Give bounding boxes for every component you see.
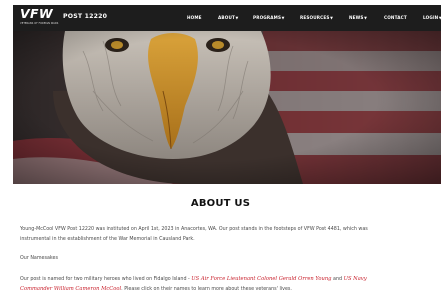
menu-item-login[interactable]: LOGIN▼ — [423, 15, 441, 20]
link-william-mccool[interactable]: Commander William Cameron McCool — [20, 286, 121, 292]
caret-down-icon: ▼ — [281, 15, 285, 20]
menu-item-label: PROGRAMS — [253, 15, 282, 20]
namesakes-text: . Please click on their names to learn m… — [121, 286, 292, 292]
eagle-flag-illustration — [13, 31, 441, 184]
page-heading: ABOUT US — [190, 198, 251, 209]
namesakes-paragraph: Our post is named for two military heroe… — [20, 275, 441, 294]
namesakes-label: Our Namesakes — [20, 256, 58, 261]
main-menu: HOME ABOUT▼ PROGRAMS▼ RESOURCES▼ NEWS▼ C… — [13, 5, 441, 31]
namesakes-line-1: Our post is named for two military heroe… — [20, 275, 441, 285]
link-william-mccool-part1[interactable]: US Navy — [344, 276, 367, 282]
site-header: VFW VETERANS OF FOREIGN WARS POST 12220 … — [13, 5, 441, 31]
caret-down-icon: ▼ — [235, 15, 239, 20]
menu-item-label: CONTACT — [384, 15, 407, 20]
menu-item-label: RESOURCES — [300, 15, 330, 20]
link-gerald-young[interactable]: US Air Force Lieutenant Colonel Gerald O… — [191, 276, 331, 282]
menu-item-label: NEWS — [349, 15, 364, 20]
intro-line-2: instrumental in the establishment of the… — [20, 236, 195, 242]
menu-item-home[interactable]: HOME — [187, 15, 202, 20]
hero-image — [13, 31, 441, 184]
menu-item-programs[interactable]: PROGRAMS▼ — [253, 15, 285, 20]
menu-item-about[interactable]: ABOUT▼ — [218, 15, 238, 20]
menu-item-news[interactable]: NEWS▼ — [349, 15, 367, 20]
namesakes-text: and — [331, 277, 344, 282]
menu-item-label: LOGIN — [423, 15, 439, 20]
intro-line-1: Young-McCool VFW Post 12220 was institut… — [20, 227, 368, 232]
menu-item-label: HOME — [187, 15, 202, 20]
menu-item-resources[interactable]: RESOURCES▼ — [300, 15, 333, 20]
menu-item-label: ABOUT — [218, 15, 235, 20]
page: VFW VETERANS OF FOREIGN WARS POST 12220 … — [0, 0, 441, 295]
caret-down-icon: ▼ — [364, 15, 368, 20]
caret-down-icon: ▼ — [330, 15, 334, 20]
namesakes-text: Our post is named for two military heroe… — [20, 277, 192, 282]
namesakes-line-2: Commander William Cameron McCool. Please… — [20, 285, 441, 295]
menu-item-contact[interactable]: CONTACT — [384, 15, 407, 20]
intro-paragraph: Young-McCool VFW Post 12220 was institut… — [20, 225, 441, 244]
